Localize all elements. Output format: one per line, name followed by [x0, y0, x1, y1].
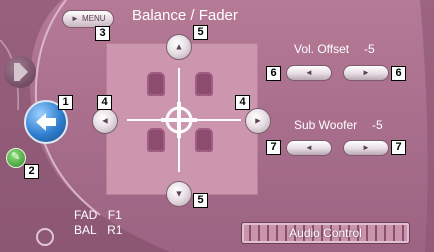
- fad-value: F1: [107, 208, 122, 222]
- audio-control-label: Audio Control: [289, 226, 362, 240]
- play-triangle-icon: ►: [71, 14, 79, 23]
- wrench-icon: ✎: [11, 151, 21, 163]
- triangle-down-icon: ▼: [174, 188, 184, 199]
- callout-6-left: 6: [266, 66, 281, 81]
- menu-button-label: MENU: [82, 14, 106, 23]
- vol-offset-down-button[interactable]: ◄: [286, 65, 332, 81]
- setup-button[interactable]: ✎: [6, 148, 26, 168]
- fad-row: FAD F1: [74, 206, 154, 222]
- balance-left-button[interactable]: ◄: [92, 108, 118, 134]
- bal-value: R1: [107, 223, 123, 237]
- sub-woofer-value: -5: [372, 118, 383, 132]
- speaker-cone: [20, 64, 28, 80]
- page-title: Balance / Fader: [132, 7, 238, 24]
- callout-4-left: 4: [97, 95, 112, 110]
- fad-label: FAD: [74, 208, 98, 222]
- sub-woofer-label: Sub Woofer: [294, 118, 358, 132]
- decorative-knob: [36, 228, 54, 246]
- fader-front-button[interactable]: ▲: [166, 34, 192, 60]
- balance-right-button[interactable]: ►: [245, 108, 271, 134]
- triangle-left-icon: ◄: [305, 143, 313, 152]
- triangle-right-icon: ►: [253, 115, 263, 126]
- triangle-left-icon: ◄: [100, 115, 110, 126]
- triangle-up-icon: ▲: [174, 41, 184, 52]
- bal-label: BAL: [74, 223, 97, 237]
- triangle-left-icon: ◄: [305, 68, 313, 77]
- vol-offset-label: Vol. Offset: [294, 42, 350, 56]
- vol-offset-up-button[interactable]: ►: [343, 65, 389, 81]
- sub-woofer-down-button[interactable]: ◄: [286, 140, 332, 156]
- vol-offset-value: -5: [364, 42, 375, 56]
- fader-balance-panel[interactable]: [106, 43, 258, 195]
- speaker-button[interactable]: [4, 56, 36, 88]
- triangle-right-icon: ►: [362, 68, 370, 77]
- callout-2: 2: [24, 164, 39, 179]
- fad-bal-readout: FAD F1 BAL R1: [74, 206, 154, 237]
- callout-1: 1: [58, 95, 73, 110]
- triangle-right-icon: ►: [362, 143, 370, 152]
- sub-woofer-up-button[interactable]: ►: [343, 140, 389, 156]
- bal-row: BAL R1: [74, 221, 154, 237]
- callout-3: 3: [95, 26, 110, 41]
- callout-6-right: 6: [391, 66, 406, 81]
- callout-7-left: 7: [266, 140, 281, 155]
- crosshair-icon: [127, 68, 241, 172]
- audio-balance-screen: ► MENU 3 Balance / Fader 1 ✎ 2 ▲ 5 ▼ 5 ◄…: [0, 0, 434, 252]
- audio-control-button[interactable]: Audio Control: [241, 222, 410, 244]
- fader-rear-button[interactable]: ▼: [166, 181, 192, 207]
- callout-5-bottom: 5: [193, 193, 208, 208]
- callout-5-top: 5: [193, 25, 208, 40]
- callout-4-right: 4: [235, 95, 250, 110]
- callout-7-right: 7: [391, 140, 406, 155]
